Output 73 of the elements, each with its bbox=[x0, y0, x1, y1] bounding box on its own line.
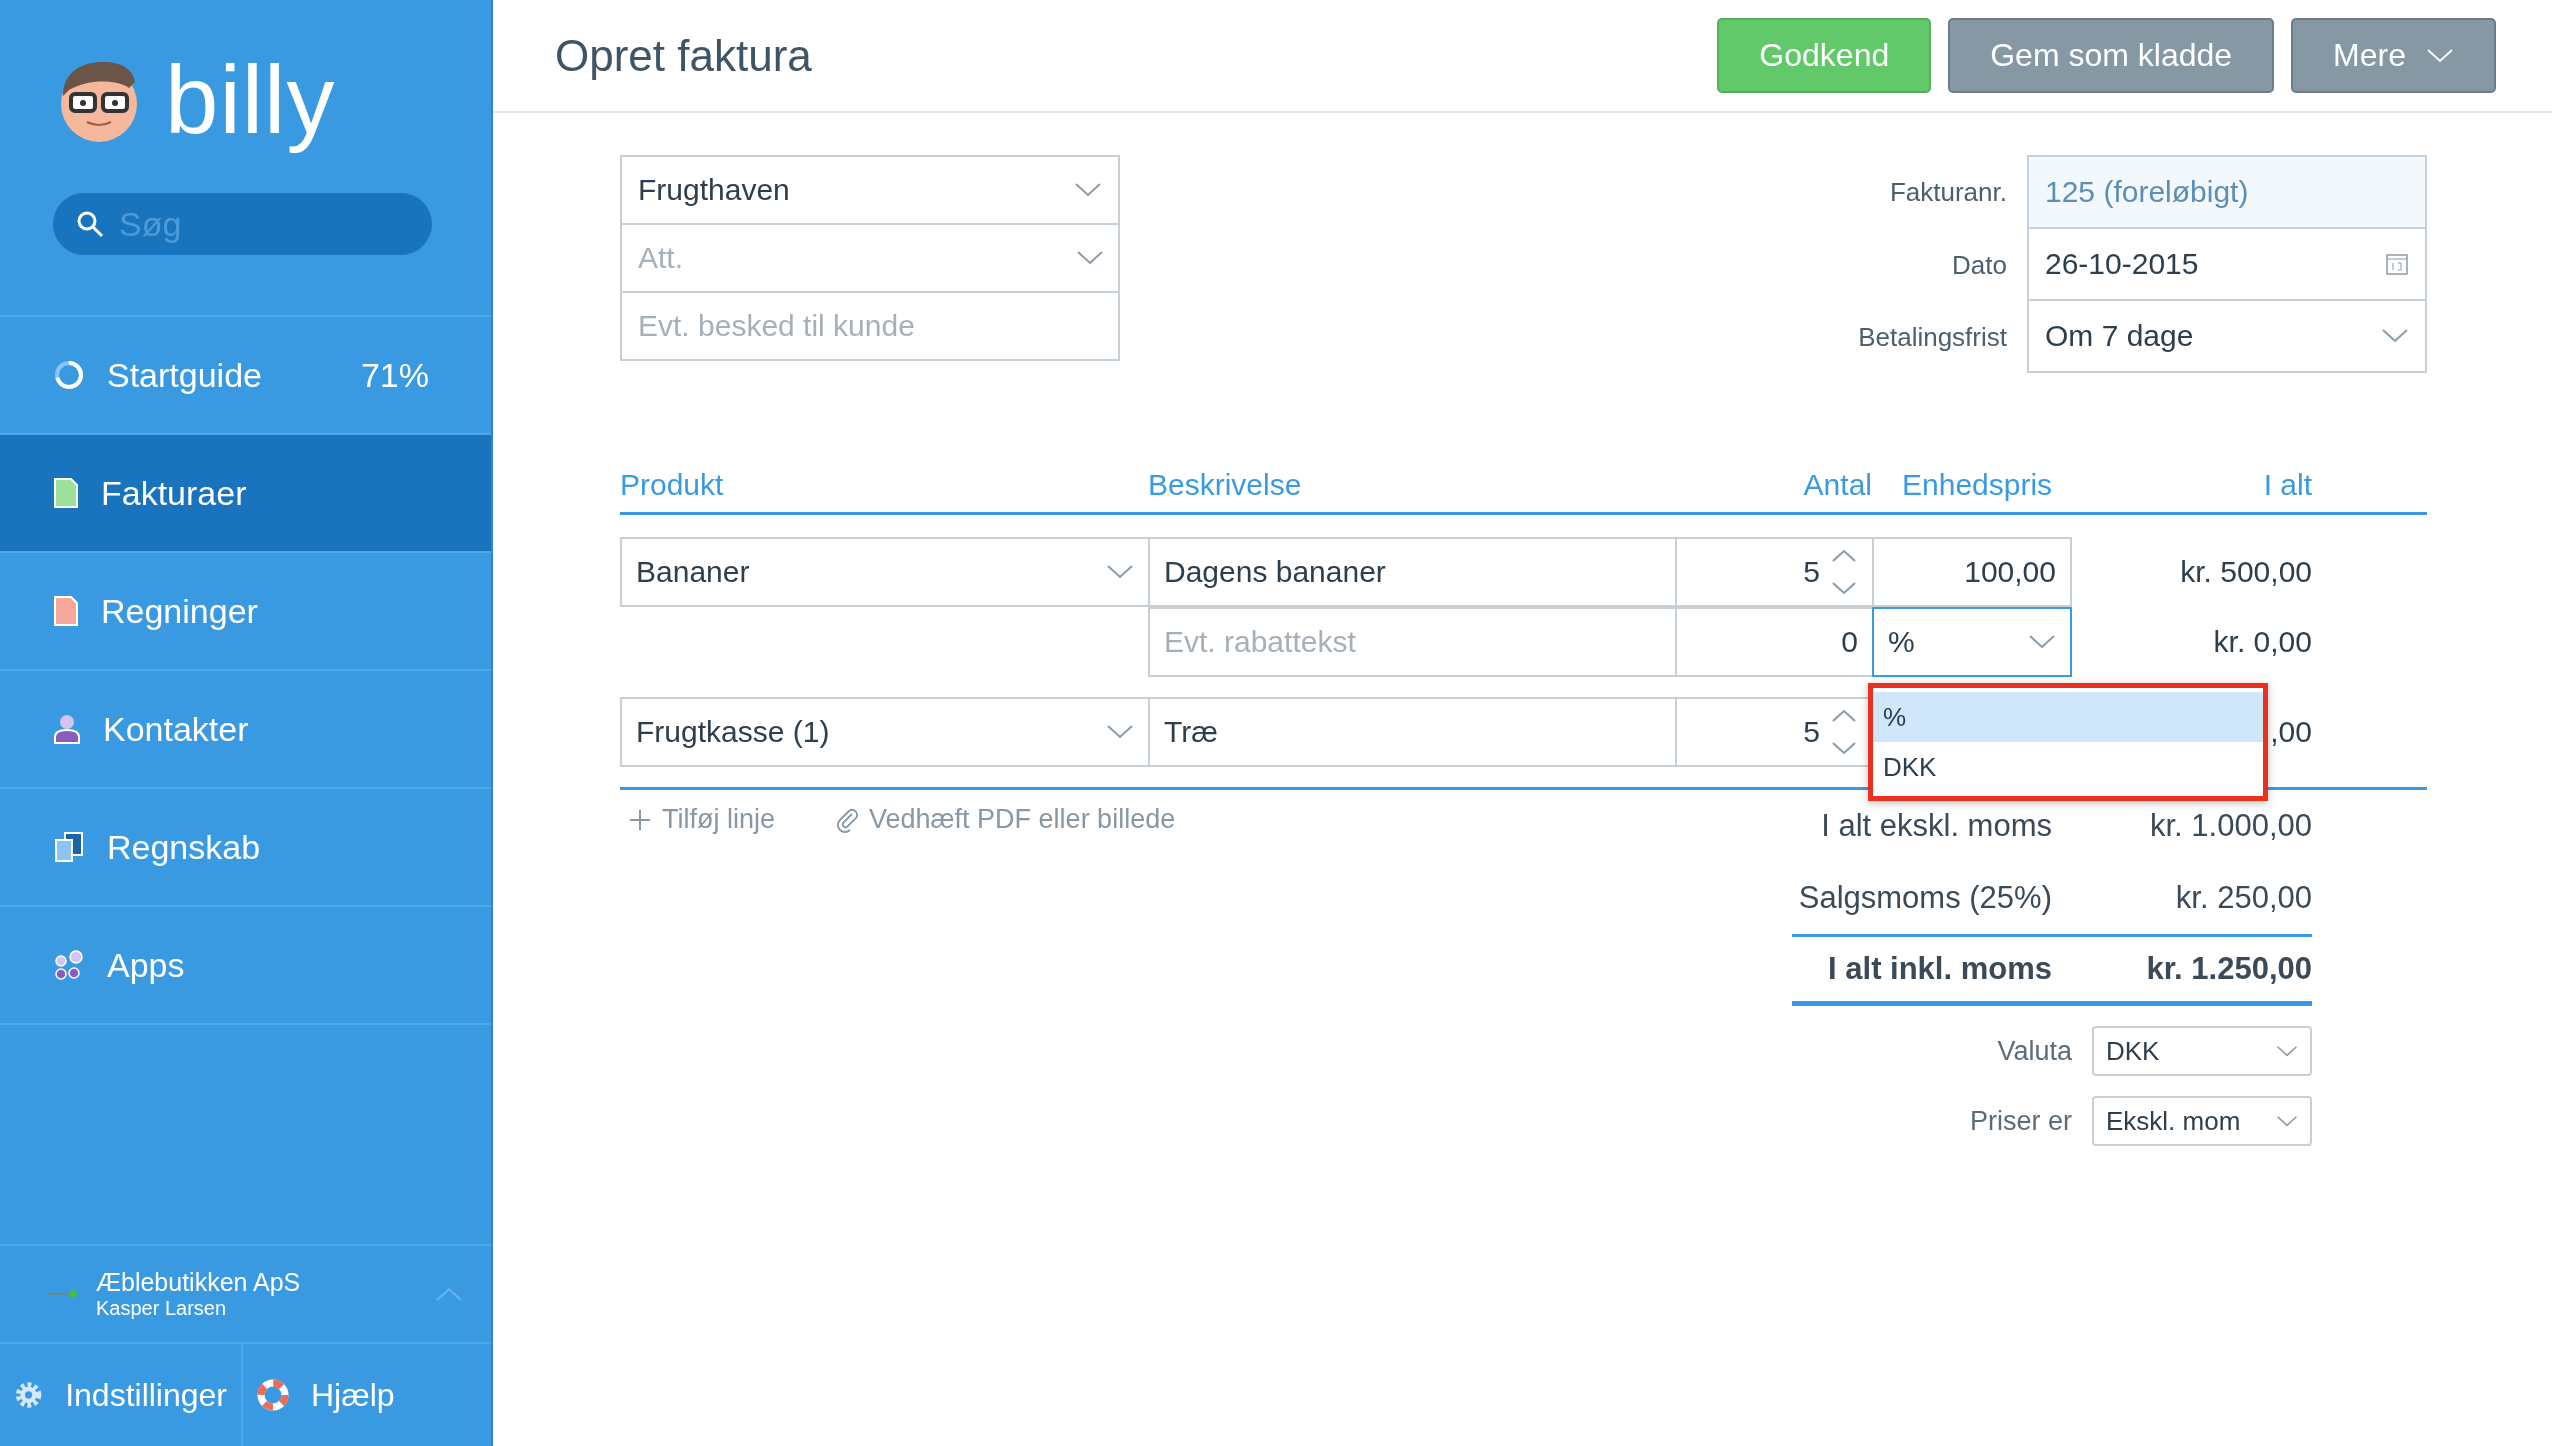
chevron-down-icon bbox=[2028, 635, 2056, 649]
att-select[interactable]: Att. bbox=[620, 223, 1120, 293]
field-label: Betalingsfrist bbox=[1858, 321, 2007, 353]
column-header: Antal bbox=[1803, 468, 1872, 502]
line-total: kr. 0,00 bbox=[2213, 625, 2312, 659]
status-icon bbox=[48, 1289, 78, 1299]
progress-percent: 71% bbox=[360, 355, 429, 395]
footer-label: Indstillinger bbox=[65, 1376, 227, 1414]
nav-label: Regninger bbox=[101, 591, 259, 631]
nav-label: Regnskab bbox=[107, 827, 262, 867]
search-icon bbox=[75, 209, 105, 239]
message-field[interactable]: Evt. besked til kunde bbox=[620, 291, 1120, 361]
nav-label: Apps bbox=[107, 945, 186, 985]
chevron-down-icon bbox=[2426, 48, 2454, 63]
field-label: Dato bbox=[1951, 249, 2007, 281]
column-header: I alt bbox=[2263, 468, 2312, 502]
price-field[interactable]: 100,00 bbox=[1872, 537, 2072, 607]
total-label: Salgsmoms (25%) bbox=[1798, 880, 2052, 916]
settings-icon bbox=[14, 1379, 44, 1411]
plus-icon bbox=[628, 807, 652, 832]
company-name: Æblebutikken ApS bbox=[96, 1268, 302, 1297]
total-value: kr. 1.250,00 bbox=[2146, 951, 2312, 987]
document-icon bbox=[53, 477, 79, 509]
column-header: Beskrivelse bbox=[1148, 468, 1303, 502]
stepper-icon[interactable] bbox=[1830, 707, 1858, 757]
chevron-down-icon bbox=[1074, 183, 1102, 197]
user-name: Kasper Larsen bbox=[96, 1297, 228, 1320]
calendar-icon bbox=[2385, 252, 2409, 276]
paperclip-icon bbox=[835, 806, 859, 833]
chevron-down-icon bbox=[1106, 565, 1134, 579]
column-header: Produkt bbox=[620, 468, 725, 502]
dots-icon bbox=[53, 949, 85, 981]
option-label: Valuta bbox=[1997, 1035, 2072, 1067]
chevron-up-icon bbox=[435, 1287, 463, 1301]
pages-icon bbox=[53, 831, 85, 863]
total-value: kr. 1.000,00 bbox=[2150, 808, 2312, 844]
document-icon bbox=[53, 595, 79, 627]
description-field[interactable]: Dagens bananer bbox=[1148, 537, 1677, 607]
chevron-down-icon bbox=[2276, 1115, 2298, 1127]
chevron-down-icon bbox=[1076, 251, 1104, 265]
footer-label: Hjælp bbox=[311, 1376, 395, 1414]
nav-label: Startguide bbox=[107, 355, 263, 395]
field-label: Fakturanr. bbox=[1888, 176, 2007, 208]
page-title: Opret faktura bbox=[555, 30, 813, 81]
progress-ring-icon bbox=[53, 359, 85, 391]
dropdown-option[interactable]: % bbox=[1873, 692, 2263, 742]
line-total: kr. 500,00 bbox=[2180, 555, 2312, 589]
column-header: Enhedspris bbox=[1901, 468, 2054, 502]
person-icon bbox=[53, 713, 81, 745]
chevron-down-icon bbox=[2381, 329, 2409, 343]
discount-field[interactable]: 0 bbox=[1675, 607, 1874, 677]
description-field[interactable]: Træ bbox=[1148, 697, 1677, 767]
dropdown-option[interactable]: DKK bbox=[1873, 742, 2263, 792]
contact-select[interactable]: Frugthaven bbox=[620, 155, 1120, 225]
product-select[interactable]: Bananer bbox=[620, 537, 1150, 607]
option-select[interactable]: DKK bbox=[2092, 1026, 2312, 1076]
discount-text-field[interactable]: Evt. rabattekst bbox=[1148, 607, 1677, 677]
option-label: Priser er bbox=[1970, 1105, 2072, 1137]
total-value: kr. 250,00 bbox=[2175, 880, 2312, 916]
chevron-down-icon bbox=[2276, 1045, 2298, 1057]
nav-label: Kontakter bbox=[103, 709, 250, 749]
nav-label: Fakturaer bbox=[101, 473, 248, 513]
total-label: I alt inkl. moms bbox=[1828, 951, 2052, 987]
quantity-field[interactable]: 5 bbox=[1675, 537, 1874, 607]
nav-item[interactable]: Fakturaer bbox=[0, 435, 491, 553]
total-label: I alt ekskl. moms bbox=[1821, 808, 2052, 844]
lifebuoy-icon bbox=[257, 1379, 289, 1411]
stepper-icon[interactable] bbox=[1830, 547, 1858, 597]
product-select[interactable]: Frugtkasse (1) bbox=[620, 697, 1150, 767]
chevron-down-icon bbox=[1106, 725, 1134, 739]
option-select[interactable]: Ekskl. mom bbox=[2092, 1096, 2312, 1146]
line-total: ,00 bbox=[2270, 715, 2312, 749]
logo-wordmark: billy bbox=[165, 45, 336, 155]
